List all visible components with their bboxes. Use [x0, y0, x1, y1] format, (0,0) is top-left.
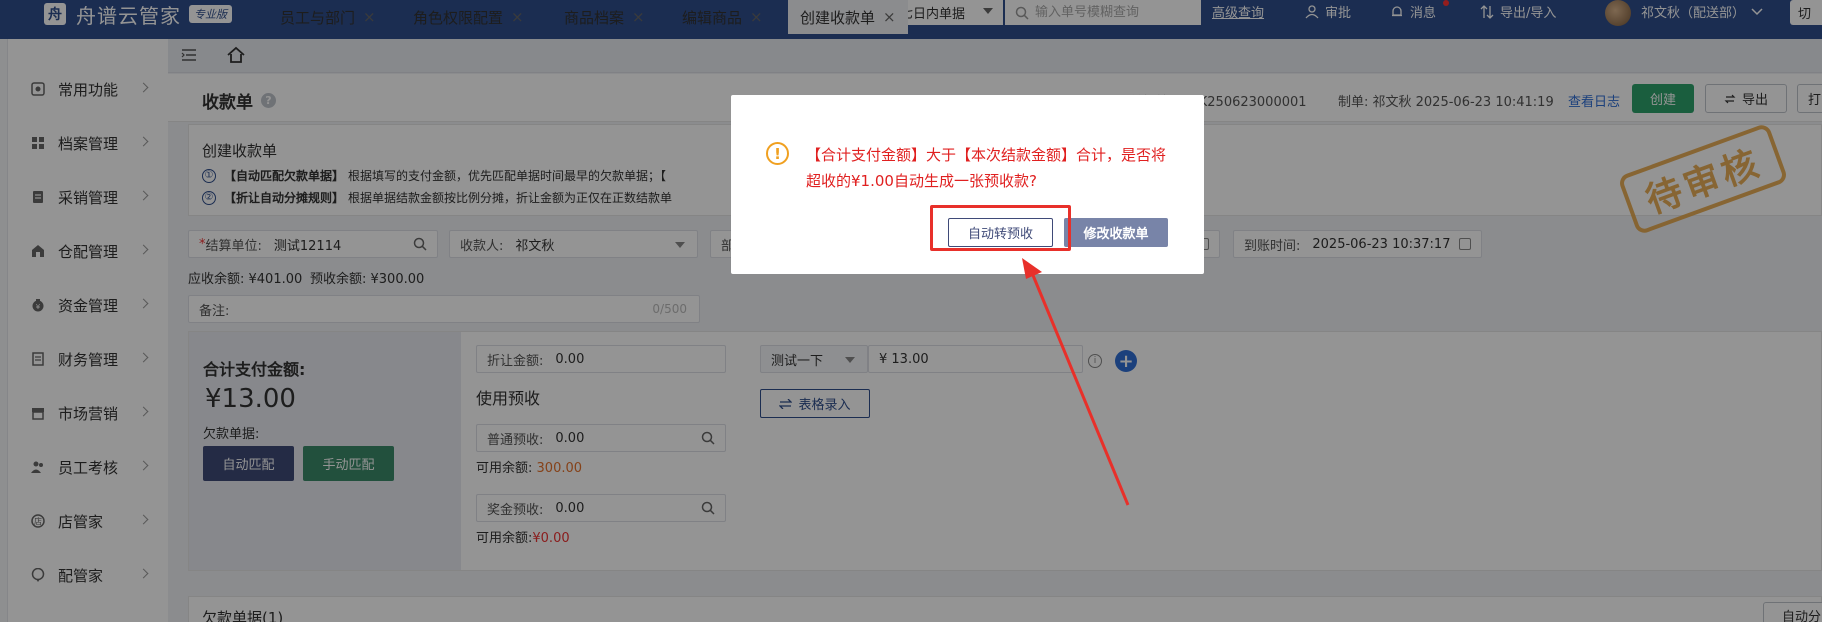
modify-receipt-button[interactable]: 修改收款单: [1064, 218, 1168, 247]
warning-icon: !: [766, 142, 789, 165]
modal-overlay[interactable]: [0, 0, 1822, 622]
dialog-message: 【合计支付金额】大于【本次结款金额】合计，是否将超收的¥1.00自动生成一张预收…: [806, 146, 1167, 190]
annotation-highlight-box: [930, 205, 1071, 251]
